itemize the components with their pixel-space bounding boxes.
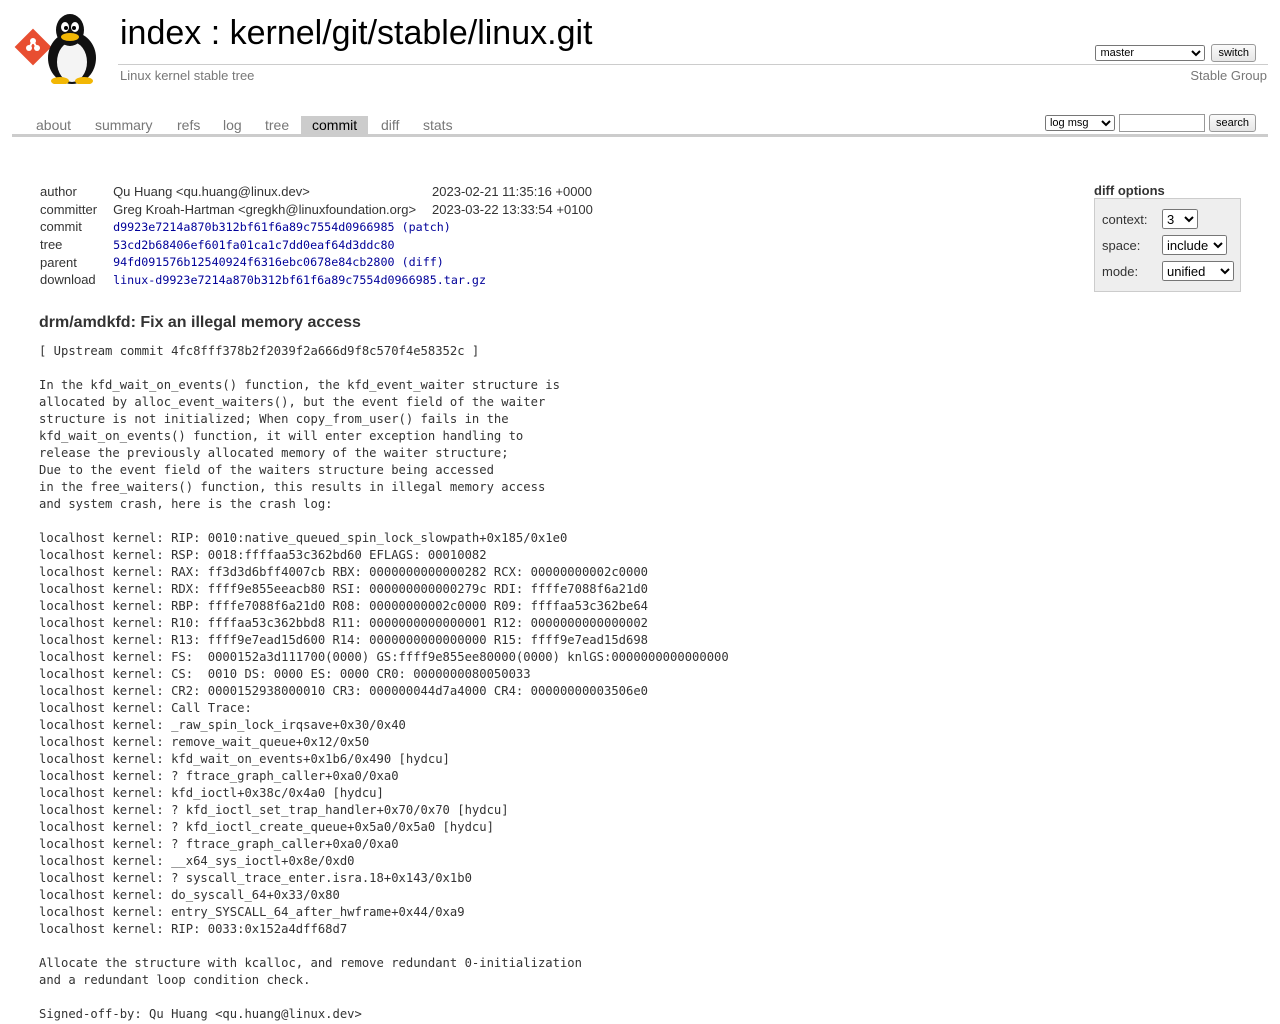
download-row: download linux-d9923e7214a870b312bf61f6a… — [36, 271, 597, 289]
committer-label: committer — [40, 201, 98, 217]
mode-row: mode: unified — [1102, 261, 1234, 281]
commit-message-body: [ Upstream commit 4fc8fff378b2f2039f2a66… — [39, 344, 729, 1021]
space-row: space: include — [1102, 235, 1234, 255]
commit-subject: drm/amdkfd: Fix an illegal memory access — [39, 314, 361, 331]
branch-switch-form: master switch — [1095, 44, 1256, 62]
search-button[interactable]: search — [1208, 114, 1256, 132]
diff-options-panel: context: 3 space: include mode: unified — [1094, 198, 1241, 292]
page-title: index : kernel/git/stable/linux.git — [120, 14, 593, 53]
committer-value: Greg Kroah-Hartman <gregkh@linuxfoundati… — [113, 201, 417, 217]
branch-select[interactable]: master — [1095, 45, 1206, 61]
search-mode-select[interactable]: log msg — [1044, 115, 1115, 131]
logo[interactable] — [14, 12, 110, 84]
header-divider — [118, 64, 1268, 65]
index-link[interactable]: index — [120, 14, 201, 52]
tab-tree[interactable]: tree — [254, 116, 300, 134]
author-date: 2023-02-21 11:35:16 +0000 — [432, 184, 592, 200]
author-label: author — [40, 184, 77, 200]
tab-about[interactable]: about — [25, 116, 82, 134]
diff-options-title: diff options — [1094, 183, 1165, 198]
tab-refs[interactable]: refs — [166, 116, 211, 134]
commit-label: commit — [40, 219, 82, 235]
committer-date: 2023-03-22 13:33:54 +0100 — [432, 201, 593, 217]
switch-button[interactable]: switch — [1211, 44, 1256, 62]
patch-link[interactable]: (patch) — [402, 220, 451, 234]
title-separator: : — [201, 14, 230, 52]
context-label: context: — [1102, 211, 1148, 227]
mode-select[interactable]: unified — [1162, 261, 1234, 281]
search-input[interactable] — [1118, 114, 1205, 132]
parent-row: parent 94fd091576b12540924f6316ebc0678e8… — [36, 253, 597, 271]
git-logo-icon — [14, 28, 52, 66]
commit-hash-link[interactable]: d9923e7214a870b312bf61f6a89c7554d0966985 — [113, 220, 394, 234]
penguin-logo-icon — [48, 14, 96, 84]
space-select[interactable]: include — [1162, 235, 1227, 255]
tab-stats[interactable]: stats — [412, 116, 464, 134]
repo-description: Linux kernel stable tree — [120, 68, 255, 83]
tab-log[interactable]: log — [212, 116, 253, 134]
search-form: log msg search — [1044, 114, 1256, 132]
tab-diff[interactable]: diff — [370, 116, 410, 134]
author-value: Qu Huang <qu.huang@linux.dev> — [113, 184, 310, 200]
committer-row: committer Greg Kroah-Hartman <gregkh@lin… — [36, 201, 597, 219]
parent-hash-link[interactable]: 94fd091576b12540924f6316ebc0678e84cb2800 — [113, 255, 394, 269]
tree-hash-link[interactable]: 53cd2b68406ef601fa01ca1c7dd0eaf64d3ddc80 — [113, 238, 394, 252]
tree-row: tree 53cd2b68406ef601fa01ca1c7dd0eaf64d3… — [36, 236, 597, 254]
mode-label: mode: — [1102, 263, 1139, 279]
tab-commit[interactable]: commit — [301, 116, 369, 134]
context-row: context: 3 — [1102, 209, 1234, 229]
commit-row: commit d9923e7214a870b312bf61f6a89c7554d… — [36, 218, 597, 236]
context-select[interactable]: 3 — [1162, 209, 1198, 229]
repo-owner: Stable Group — [1190, 68, 1267, 83]
author-row: author Qu Huang <qu.huang@linux.dev> 202… — [36, 183, 597, 201]
diff-link[interactable]: (diff) — [402, 255, 444, 269]
parent-label: parent — [40, 254, 77, 270]
download-label: download — [40, 272, 96, 288]
download-link[interactable]: linux-d9923e7214a870b312bf61f6a89c7554d0… — [113, 273, 486, 287]
space-label: space: — [1102, 237, 1141, 253]
tree-label: tree — [40, 237, 63, 253]
commit-info-table: author Qu Huang <qu.huang@linux.dev> 202… — [36, 183, 597, 289]
repo-link[interactable]: kernel/git/stable/linux.git — [230, 14, 593, 52]
tab-summary[interactable]: summary — [84, 116, 164, 134]
